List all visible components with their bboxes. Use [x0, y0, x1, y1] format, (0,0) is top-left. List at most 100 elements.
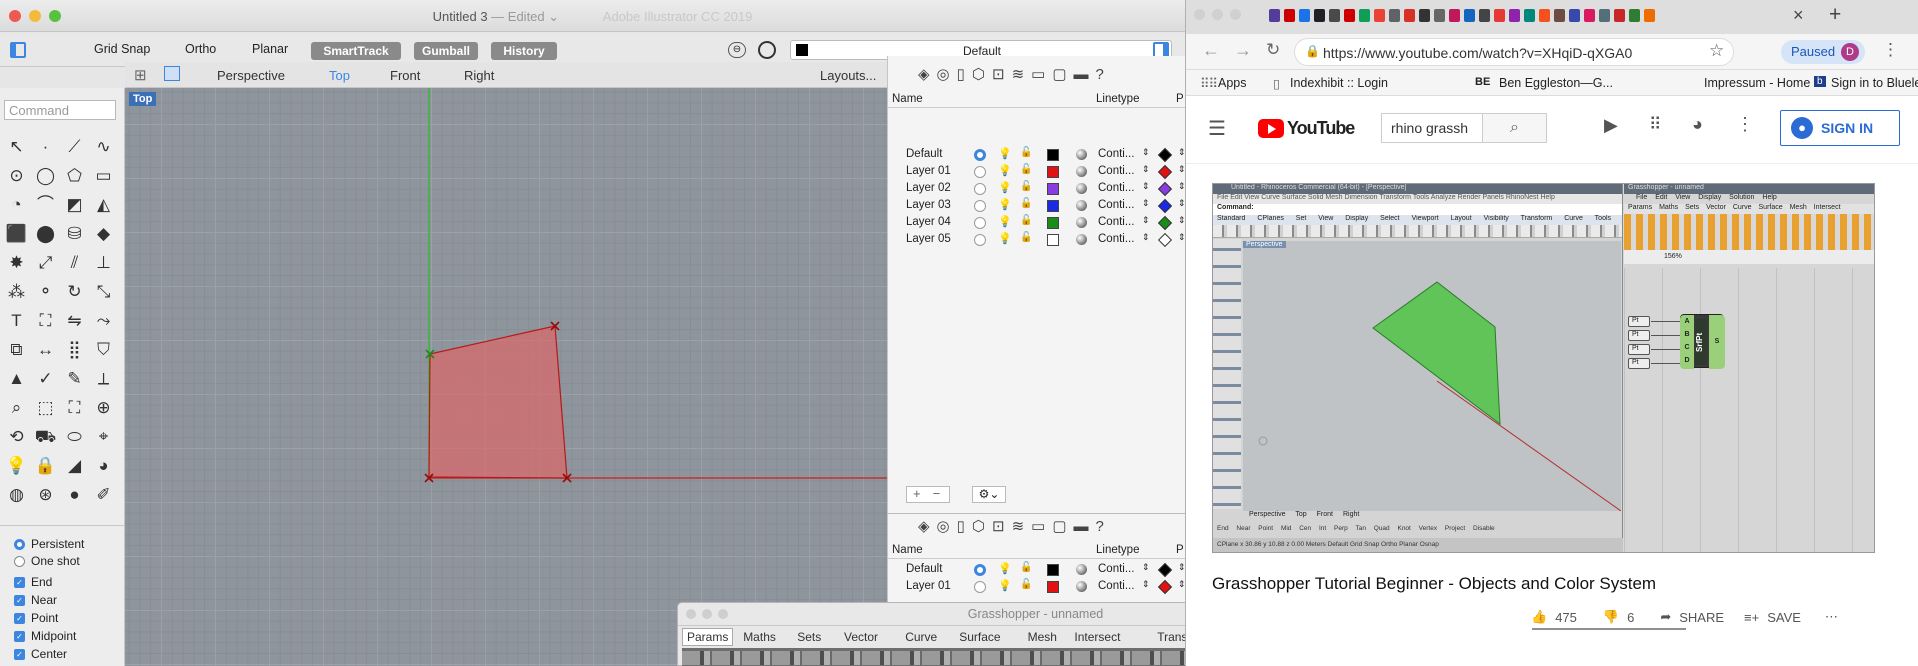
array-tool-icon[interactable]: ⛶ — [31, 306, 60, 335]
gh-tab-params[interactable]: Params — [682, 628, 734, 646]
layer-linetype[interactable]: Conti... — [1098, 580, 1134, 592]
cube-icon[interactable]: ⬡ — [972, 66, 992, 83]
layer-row[interactable]: Layer 01 💡 🔓 Conti... ⇕ ⇕ — [888, 578, 1186, 595]
tab-favicon-icon[interactable] — [1464, 9, 1475, 22]
layer-linetype[interactable]: Conti... — [1098, 148, 1134, 160]
rectangle-tool-icon[interactable]: ▭ — [89, 161, 118, 190]
polygon-tool-icon[interactable]: ⬠ — [60, 161, 89, 190]
gh-tab-vector[interactable]: Vector — [844, 630, 878, 644]
window-icon[interactable]: ▢ — [1052, 518, 1073, 535]
xray-icon[interactable]: ⊛ — [31, 480, 60, 509]
layer-color-swatch[interactable] — [1047, 183, 1059, 195]
osnap-target-icon[interactable] — [758, 41, 776, 59]
tab-favicon-icon[interactable] — [1554, 9, 1565, 22]
display-icon[interactable]: ▭ — [1031, 518, 1052, 535]
zoom-window-icon[interactable]: ⬚ — [31, 393, 60, 422]
drafting-tool-icon[interactable]: ✎ — [60, 364, 89, 393]
bookmark-indexhibit[interactable]: Indexhibit :: Login — [1290, 76, 1388, 90]
tab-favicon-icon[interactable] — [1569, 9, 1580, 22]
layer-name[interactable]: Layer 02 — [906, 182, 951, 194]
close-tab-icon[interactable]: × — [1793, 5, 1804, 26]
cube-icon[interactable]: ⬡ — [972, 518, 992, 535]
layer-name[interactable]: Layer 03 — [906, 199, 951, 211]
print-color-icon[interactable] — [1157, 232, 1173, 248]
apps-grid-icon[interactable]: ⠿⠿ — [1200, 76, 1218, 92]
layer-row[interactable]: Default 💡 🔓 Conti... ⇕ ⇕ — [888, 561, 1186, 578]
grid-array-icon[interactable]: ⣿ — [60, 335, 89, 364]
more-actions-icon[interactable]: ⋯ — [1825, 609, 1838, 625]
osnap-oneshot[interactable]: One shot — [14, 554, 80, 568]
save-button[interactable]: SAVE — [1767, 610, 1801, 625]
url-text[interactable]: https://www.youtube.com/watch?v=XHqiD-qX… — [1323, 45, 1632, 61]
layouts-menu[interactable]: Layouts... — [820, 68, 876, 83]
block-tool-icon[interactable]: ⧉ — [2, 335, 31, 364]
text-tool-icon[interactable]: T — [2, 306, 31, 335]
osnap-midpoint[interactable]: ✓ Midpoint — [14, 629, 76, 643]
layer-color-swatch[interactable] — [1047, 166, 1059, 178]
tab-favicon-icon[interactable] — [1314, 9, 1325, 22]
print-column-header[interactable]: P — [1176, 544, 1184, 556]
create-video-icon[interactable]: ▶︎ — [1604, 115, 1618, 136]
tab-favicon-icon[interactable] — [1449, 9, 1460, 22]
planar-toggle[interactable]: Planar — [252, 42, 288, 56]
tab-favicon-icon[interactable] — [1434, 9, 1445, 22]
name-column-header[interactable]: Name — [892, 544, 923, 556]
tab-favicon-icon[interactable] — [1509, 9, 1520, 22]
tab-favicon-icon[interactable] — [1284, 9, 1295, 22]
zoom-selected-icon[interactable]: ⊕ — [89, 393, 118, 422]
sphere-tool-icon[interactable]: ⬤ — [31, 219, 60, 248]
trim-tool-icon[interactable]: ⫽ — [60, 248, 89, 277]
bulb-icon[interactable]: 💡 — [998, 562, 1012, 575]
lock-icon[interactable]: 🔓 — [1020, 181, 1032, 192]
circle-tool-icon[interactable]: ⊙ — [2, 161, 31, 190]
layer-color-swatch[interactable] — [1047, 149, 1059, 161]
new-tab-icon[interactable]: + — [1829, 3, 1841, 27]
material-sphere-icon[interactable] — [1076, 581, 1087, 592]
tab-favicon-icon[interactable] — [1599, 9, 1610, 22]
explode-tool-icon[interactable]: ✸ — [2, 248, 31, 277]
gh-tab-maths[interactable]: Maths — [743, 630, 776, 644]
document-icon[interactable]: ▯ — [957, 518, 972, 535]
layer-color-swatch[interactable] — [1047, 581, 1059, 593]
tab-favicon-icon[interactable] — [1299, 9, 1310, 22]
flow-tool-icon[interactable]: ⤳ — [89, 306, 118, 335]
linetype-stepper-icon[interactable]: ⇕ — [1142, 198, 1150, 209]
zoom-extents-icon[interactable]: ⛶ — [60, 393, 89, 422]
layers-icon[interactable]: ◈ — [918, 518, 937, 535]
search-input[interactable]: rhino grassh — [1381, 113, 1482, 143]
dislike-icon[interactable]: 👎 — [1603, 609, 1619, 625]
scale-tool-icon[interactable]: ⤡ — [89, 277, 118, 306]
bulb-icon[interactable]: 💡 — [998, 164, 1012, 177]
gumball-toggle[interactable]: Gumball — [414, 42, 478, 60]
bulb-icon[interactable]: 💡 — [998, 147, 1012, 160]
rotate-tool-icon[interactable]: ↻ — [60, 277, 89, 306]
box-tool-icon[interactable]: ⬛ — [2, 219, 31, 248]
messages-icon[interactable]: ◕ — [1692, 114, 1703, 135]
command-input[interactable]: Command — [4, 100, 116, 120]
layers-icon[interactable]: ◈ — [918, 66, 937, 83]
linetype-stepper-icon[interactable]: ⇕ — [1142, 215, 1150, 226]
group-tool-icon[interactable]: ⁂ — [2, 277, 31, 306]
lock-icon[interactable]: 🔓 — [1020, 215, 1032, 226]
tab-favicon-icon[interactable] — [1479, 9, 1490, 22]
current-layer-radio[interactable] — [974, 166, 986, 178]
zoom-window-button[interactable] — [1230, 9, 1241, 20]
osnap-center[interactable]: ✓ Center — [14, 647, 67, 661]
lock-icon[interactable]: 🔓 — [1020, 164, 1032, 175]
layer-color-swatch[interactable] — [1047, 217, 1059, 229]
tab-favicon-icon[interactable] — [1629, 9, 1640, 22]
history-toggle[interactable]: History — [491, 42, 557, 60]
ellipse-tool-icon[interactable]: ◯ — [31, 161, 60, 190]
add-remove-layer[interactable]: + − — [906, 486, 950, 503]
material-tool-icon[interactable]: ⬭ — [60, 422, 89, 451]
gumball-tool-icon[interactable]: ⚬ — [31, 277, 60, 306]
fillet-tool-icon[interactable]: ⌒ — [31, 190, 60, 219]
zoom-tool-icon[interactable]: ⌕ — [2, 393, 31, 422]
current-layer-radio[interactable] — [974, 564, 986, 576]
layer-name[interactable]: Layer 04 — [906, 216, 951, 228]
material-sphere-icon[interactable] — [1076, 183, 1087, 194]
mesh-tool-icon[interactable]: ◆ — [89, 219, 118, 248]
lock-icon[interactable]: 🔓 — [1020, 198, 1032, 209]
camera-icon[interactable]: ⊡ — [992, 66, 1012, 83]
tape-tool-icon[interactable]: ⟂ — [89, 364, 118, 393]
